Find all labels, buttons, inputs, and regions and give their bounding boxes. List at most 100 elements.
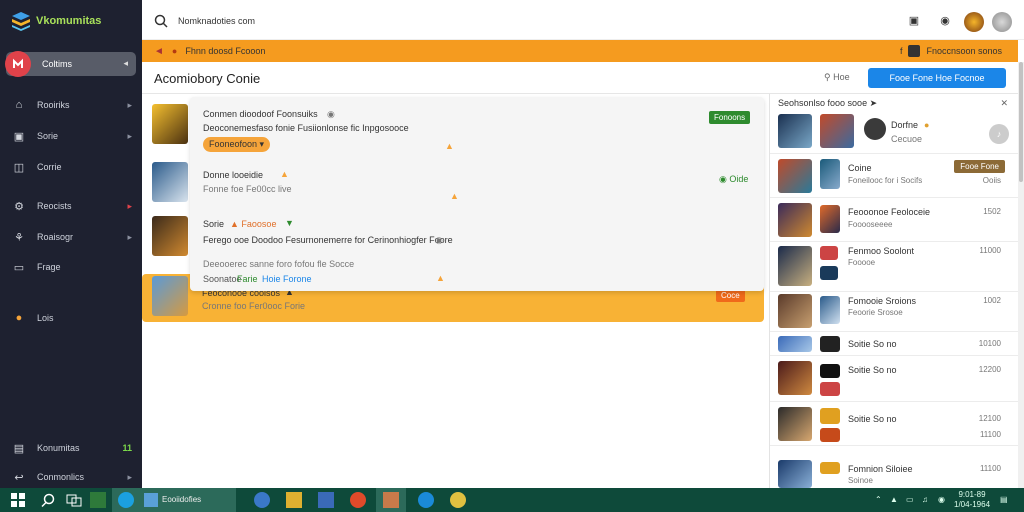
item-subtitle: Cecuoe [891,134,923,144]
like-icon[interactable]: ▲ [450,191,459,201]
clock[interactable]: 9:01-89 1/04-1964 [954,490,990,510]
star-icon: ● [924,120,930,130]
feed-thumbnail[interactable] [152,276,188,316]
search-input[interactable]: Nomknadoties com [178,16,255,26]
user-icon [908,45,921,57]
item-title: Soitie So no [848,414,897,424]
chevron-right-icon: ▸ [127,471,132,482]
list-item[interactable]: Fomnion Siloiee Soinoe 11100 [770,446,1019,488]
feed-thumbnail[interactable] [152,216,188,256]
sidebar-item-rooiriks[interactable]: ⌂ Rooiriks ▸ [0,95,142,115]
chevron-left-icon: ◂ [123,58,128,68]
volume-icon[interactable]: ♫ [922,495,928,504]
verified-icon: ◉ [327,109,335,119]
sidebar-item-label: Roaisogr [37,232,74,242]
feed-thumbnail[interactable] [152,162,188,202]
sidebar-item-frage[interactable]: ▭ Frage [0,257,142,277]
item-image [820,428,840,442]
sidebar-item-sorie[interactable]: ▣ Sorie ▸ [0,126,142,146]
battery-icon[interactable]: ▭ [906,495,914,504]
share-icon[interactable]: ▣ [907,14,921,28]
search-icon[interactable] [40,492,56,508]
right-panel: Seohsonlso fooo sooe ➤ ✕ Dorfne ● Cecuoe… [769,94,1019,488]
close-icon[interactable]: ✕ [1000,98,1008,109]
item-image [820,382,840,396]
sidebar-item-label: Reocists [37,201,72,211]
page-header: Acomiobory Conie ⚲ Hoe Fooe Fone Hoe Foc… [142,62,1018,94]
sidebar-item-active[interactable]: Coltims ◂ [5,51,136,77]
sidebar-item-lois[interactable]: ● Lois [0,308,142,328]
media-icon[interactable] [350,492,366,508]
app-brand[interactable]: Vkomumitas [10,10,101,32]
feed-thumbnail[interactable] [152,104,188,144]
document-icon: ▣ [13,130,25,143]
status-badge[interactable]: Fonoons [709,111,751,124]
banner-right-text[interactable]: Fnoccnsoon sonos [926,46,1002,56]
list-item[interactable]: Soitie So no 10100 [770,332,1019,356]
scrollbar-thumb[interactable] [1019,62,1023,182]
sidebar-item-konumitas[interactable]: ▤ Konumitas 11 [0,438,142,458]
sidebar-item-label: Corrie [37,162,62,172]
list-item[interactable]: Dorfne ● Cecuoe ♪ [770,110,1019,154]
file-explorer-icon[interactable] [90,492,106,508]
task-view-icon[interactable] [66,492,82,508]
item-time: 11000 [979,246,1001,255]
item-image [820,462,840,474]
calendar-icon[interactable] [318,492,334,508]
feed-title-highlight: ▲ Faoosoe [230,219,277,229]
taskbar-app-active[interactable]: Eooiidofies [112,488,236,512]
coin-icon: ● [15,312,23,324]
item-time: Ooiis [982,176,1001,185]
chrome-icon[interactable] [450,492,466,508]
sidebar-item-reocists[interactable]: ⚙ Reocists ▸ [0,196,142,216]
dropdown-value: Fooneofoon [209,139,258,149]
announcement-banner: ◄ ● Fhnn doosd Fcooon f Fnoccnsoon sonos [142,40,1018,62]
feed-title-suffix: Faoosoe [241,219,277,229]
chevron-right-icon: ▸ [127,231,132,242]
list-item[interactable]: Coine Foneilooc for i Socifs Fooe Fone O… [770,154,1019,198]
user-avatar[interactable] [992,12,1012,32]
sidebar-item-conmonlics[interactable]: ↩ Conmonlics ▸ [0,467,142,487]
list-item[interactable]: Fenmoo Soolont Fooooe 11000 [770,242,1019,292]
item-time: 11100 [979,464,1001,473]
chevron-up-icon[interactable]: ⌃ [875,495,882,504]
feed-meta-link[interactable]: Hoie Forone [262,274,312,284]
like-icon[interactable]: ▲ [436,273,445,283]
page-search-label: Hoe [833,72,850,82]
item-subtitle: Fooooe [848,258,876,267]
like-icon[interactable]: ▲ [445,141,454,151]
list-item[interactable]: Soitie So no 12200 [770,356,1019,402]
item-image [778,294,812,328]
notification-icon[interactable]: ◉ [938,14,952,28]
list-item[interactable]: Soitie So no 12100 11100 [770,402,1019,446]
network-icon[interactable]: ▲ [890,495,898,504]
windows-start-icon[interactable] [10,492,26,508]
store-icon[interactable] [418,492,434,508]
music-icon[interactable]: ♪ [989,124,1009,144]
chevron-right-icon: ▸ [127,130,132,141]
alert-icon: ● [171,46,178,56]
folder-icon[interactable] [286,492,302,508]
bookmark-icon: ◄ [154,45,164,57]
taskbar-app-running[interactable] [376,488,406,512]
sidebar-item-corrie[interactable]: ◫ Corrie [0,157,142,177]
wifi-icon[interactable]: ◉ [938,495,945,504]
info-icon: f [899,46,903,56]
page-search[interactable]: ⚲ Hoe [824,72,850,83]
sidebar-item-roaisogr[interactable]: ⚘ Roaisogr ▸ [0,227,142,247]
category-dropdown[interactable]: Fooneofoon ▾ [203,137,271,152]
item-image [778,246,812,286]
list-item[interactable]: Fomooie Sroions Feoorie Srosoe 1002 [770,292,1019,332]
browser-icon[interactable] [254,492,270,508]
avatar[interactable] [964,12,984,32]
scrollbar[interactable] [1018,62,1024,488]
panel-header: Seohsonlso fooo sooe ➤ [778,98,878,108]
list-item[interactable]: Feooonoe Feoloceie Fooooseeee 1502 [770,198,1019,242]
feed-meta-green[interactable]: Farie [237,274,258,284]
info-icon: ◉ [435,235,443,245]
primary-action-button[interactable]: Fooe Fone Hoe Focnoe [868,68,1006,88]
item-action-button[interactable]: Fooe Fone [954,160,1005,173]
search-bar[interactable]: Nomknadoties com [154,14,255,28]
notifications-icon[interactable]: ▤ [1000,495,1008,504]
item-subtitle: Feoorie Srosoe [848,308,903,317]
